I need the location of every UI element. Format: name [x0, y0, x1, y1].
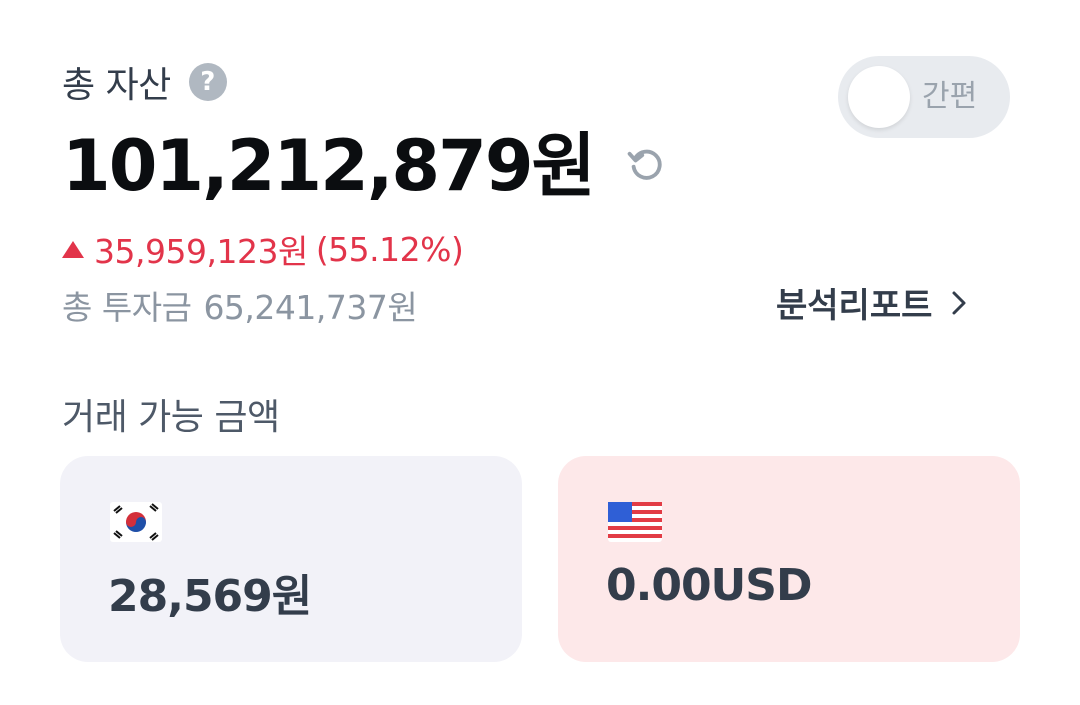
- total-assets-header: 총 자산 ?: [62, 56, 227, 108]
- analysis-report-link[interactable]: 분석리포트: [776, 278, 970, 327]
- profit-percent: (55.12%): [315, 229, 464, 269]
- refresh-icon[interactable]: [624, 144, 666, 186]
- profit-amount: 35,959,123원: [94, 232, 308, 271]
- up-triangle-icon: [62, 240, 84, 258]
- usd-balance-amount: 0.00USD: [606, 560, 813, 611]
- total-assets-amount: 101,212,879원: [62, 125, 596, 207]
- total-investment: 총 투자금 65,241,737원: [62, 281, 418, 329]
- total-assets-row: 101,212,879원: [62, 110, 666, 211]
- krw-balance-amount: 28,569원: [108, 571, 312, 622]
- total-investment-label: 총 투자금: [62, 288, 192, 327]
- question-circle-icon[interactable]: ?: [188, 63, 227, 101]
- total-investment-amount: 65,241,737원: [203, 288, 418, 327]
- usd-balance-card[interactable]: 0.00USD: [558, 456, 1020, 662]
- krw-balance-card[interactable]: 28,569원: [60, 456, 522, 662]
- simple-mode-toggle[interactable]: 간편: [838, 56, 1010, 138]
- korea-flag-icon: [110, 502, 162, 542]
- toggle-knob: [848, 66, 910, 128]
- simple-mode-label: 간편: [922, 79, 978, 114]
- profit-change: 35,959,123원 (55.12%): [62, 225, 464, 273]
- analysis-report-label: 분석리포트: [776, 286, 933, 326]
- total-assets-title: 총 자산: [62, 65, 171, 106]
- available-amount-title: 거래 가능 금액: [62, 397, 280, 438]
- chevron-right-icon: [952, 291, 966, 314]
- usa-flag-icon: [608, 502, 662, 542]
